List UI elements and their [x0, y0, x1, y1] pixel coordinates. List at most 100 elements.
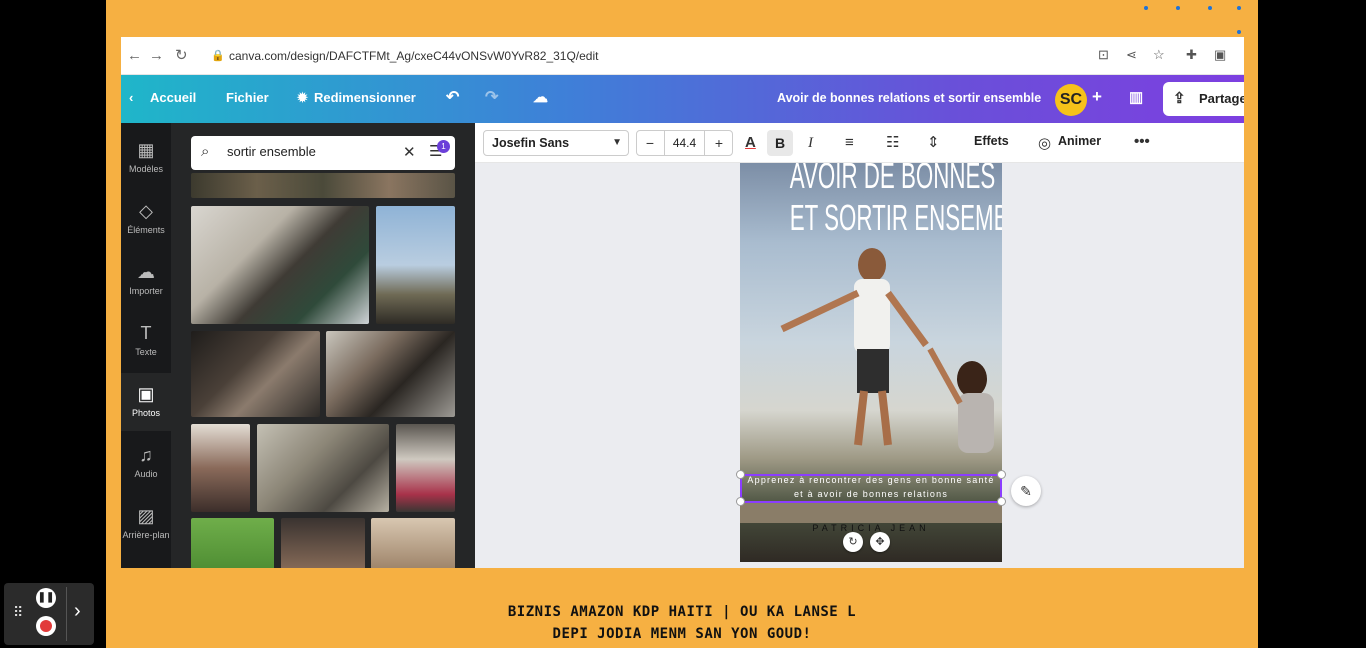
- text-color-icon[interactable]: A: [745, 132, 756, 154]
- increase-size-button[interactable]: +: [706, 131, 732, 155]
- canvas-area: AVOIR DE BONNES RELATIONS ET SORTIR ENSE…: [475, 163, 1244, 568]
- share-upload-icon: ⇪: [1173, 90, 1186, 107]
- resize-handle[interactable]: [997, 497, 1006, 506]
- pause-icon[interactable]: ❚❚: [36, 588, 56, 608]
- sidepanel-icon[interactable]: ▣: [1214, 47, 1226, 63]
- resize-handle[interactable]: [736, 470, 745, 479]
- resize-handle[interactable]: [736, 497, 745, 506]
- effects-button[interactable]: Effets: [974, 134, 1009, 148]
- insights-icon[interactable]: ▥: [1129, 88, 1143, 106]
- browser-window: ← → ↻ 🔒 canva.com/design/DAFCTFMt_Ag/cxe…: [121, 37, 1244, 568]
- rail-item-templates[interactable]: ▦ Modèles: [121, 129, 171, 187]
- rail-item-background[interactable]: ▨ Arrière-plan: [121, 495, 171, 553]
- text-icon: T: [140, 323, 152, 343]
- templates-icon: ▦: [137, 140, 155, 160]
- address-bar: ← → ↻ 🔒 canva.com/design/DAFCTFMt_Ag/cxe…: [121, 37, 1244, 75]
- undo-icon[interactable]: ↶: [446, 87, 459, 107]
- rotate-icon[interactable]: ↻: [843, 532, 863, 552]
- photo-thumbnail[interactable]: [396, 424, 455, 512]
- animate-icon[interactable]: ◎: [1038, 133, 1051, 155]
- background-icon: ▨: [137, 506, 155, 526]
- photo-thumbnail[interactable]: [257, 424, 389, 512]
- star-icon[interactable]: ☆: [1153, 47, 1165, 63]
- font-size-stepper: − 44.4 +: [636, 130, 733, 156]
- stop-icon[interactable]: [36, 616, 56, 636]
- drag-grip-icon[interactable]: ⠿: [13, 604, 23, 621]
- audio-icon: ♫: [139, 445, 153, 465]
- share-label: Partager: [1199, 91, 1244, 106]
- url-field[interactable]: canva.com/design/DAFCTFMt_Ag/cxeC44vONSv…: [229, 49, 598, 63]
- left-rail: ▦ Modèles ◇ Éléments ☁ Importer T Texte …: [121, 123, 171, 568]
- font-family-select[interactable]: Josefin Sans ▼: [483, 130, 629, 156]
- photo-thumbnail[interactable]: [376, 206, 455, 324]
- redo-icon[interactable]: ↷: [485, 87, 498, 107]
- lock-icon[interactable]: 🔒: [211, 49, 225, 62]
- comment-icon[interactable]: ✎: [1011, 476, 1041, 506]
- translate-icon[interactable]: ⊡: [1098, 47, 1109, 63]
- decor-dot: [1144, 6, 1148, 10]
- search-icon: ⌕: [201, 143, 210, 160]
- chevron-down-icon: ▼: [612, 137, 622, 148]
- design-title[interactable]: Avoir de bonnes relations et sortir ense…: [777, 91, 1041, 105]
- decor-dot: [1176, 6, 1180, 10]
- photo-thumbnail[interactable]: [191, 173, 455, 198]
- extensions-icon[interactable]: ✚: [1186, 47, 1197, 63]
- photo-thumbnail[interactable]: [191, 424, 250, 512]
- back-icon[interactable]: ←: [127, 47, 142, 65]
- animate-button[interactable]: Animer: [1058, 134, 1101, 148]
- cloud-save-icon[interactable]: ☁: [533, 88, 548, 106]
- divider: [66, 587, 67, 641]
- sparkle-icon: ✹: [297, 90, 308, 105]
- resize-button[interactable]: Redimensionner: [314, 90, 416, 105]
- photos-panel: ⌕ ✕ ☰ 1: [171, 123, 475, 568]
- home-link[interactable]: Accueil: [150, 90, 196, 105]
- photo-thumbnail[interactable]: [191, 206, 369, 324]
- recorder-widget: ⠿ ❚❚ ›: [4, 583, 94, 645]
- text-toolbar: Josefin Sans ▼ − 44.4 + A B I ≡ ☷ ⇕ Effe…: [475, 123, 1244, 163]
- search-box[interactable]: ⌕ ✕ ☰ 1: [191, 136, 455, 170]
- photos-icon: ▣: [137, 384, 155, 404]
- canva-header: ‹ Accueil Fichier ✹ Redimensionner ↶ ↷ ☁…: [121, 75, 1244, 123]
- share-icon[interactable]: ⋖: [1126, 47, 1137, 63]
- add-collaborator-icon[interactable]: +: [1092, 87, 1102, 107]
- photo-thumbnail[interactable]: [371, 518, 455, 568]
- upload-icon: ☁: [137, 262, 155, 282]
- text-selection-box[interactable]: [740, 474, 1002, 503]
- rail-item-upload[interactable]: ☁ Importer: [121, 251, 171, 309]
- elements-icon: ◇: [139, 201, 153, 221]
- file-menu[interactable]: Fichier: [226, 90, 269, 105]
- back-chevron-icon[interactable]: ‹: [129, 90, 133, 105]
- chevron-right-icon[interactable]: ›: [74, 600, 81, 623]
- reload-icon[interactable]: ↻: [175, 47, 188, 65]
- decor-dot: [1237, 6, 1241, 10]
- decor-dot: [1237, 30, 1241, 34]
- rail-item-audio[interactable]: ♫ Audio: [121, 434, 171, 492]
- more-options-icon[interactable]: •••: [1134, 131, 1150, 153]
- list-icon[interactable]: ☷: [886, 132, 899, 154]
- clear-icon[interactable]: ✕: [403, 143, 416, 161]
- photo-thumbnail[interactable]: [191, 331, 320, 417]
- move-icon[interactable]: ✥: [870, 532, 890, 552]
- page-author-text[interactable]: PATRICIA JEAN: [740, 523, 1002, 533]
- decor-dot: [1208, 6, 1212, 10]
- filter-count-badge: 1: [437, 140, 450, 153]
- resize-handle[interactable]: [997, 470, 1006, 479]
- bold-button[interactable]: B: [767, 130, 793, 156]
- rail-item-photos[interactable]: ▣ Photos: [121, 373, 171, 431]
- photo-thumbnail[interactable]: [191, 518, 274, 568]
- italic-button[interactable]: I: [808, 132, 813, 154]
- photo-thumbnail[interactable]: [326, 331, 455, 417]
- avatar[interactable]: SC: [1055, 84, 1087, 116]
- share-button[interactable]: ⇪ Partager: [1163, 82, 1244, 116]
- photo-thumbnail[interactable]: [281, 518, 365, 568]
- video-caption: BIZNIS AMAZON KDP HAITI | OU KA LANSE L …: [507, 604, 857, 642]
- rail-item-elements[interactable]: ◇ Éléments: [121, 190, 171, 248]
- decrease-size-button[interactable]: −: [637, 131, 663, 155]
- screen: ← → ↻ 🔒 canva.com/design/DAFCTFMt_Ag/cxe…: [0, 0, 1366, 648]
- search-input[interactable]: [227, 144, 387, 159]
- spacing-icon[interactable]: ⇕: [927, 132, 940, 154]
- forward-icon[interactable]: →: [149, 47, 164, 65]
- font-size-input[interactable]: 44.4: [664, 131, 705, 155]
- align-center-icon[interactable]: ≡: [845, 132, 854, 154]
- rail-item-text[interactable]: T Texte: [121, 312, 171, 370]
